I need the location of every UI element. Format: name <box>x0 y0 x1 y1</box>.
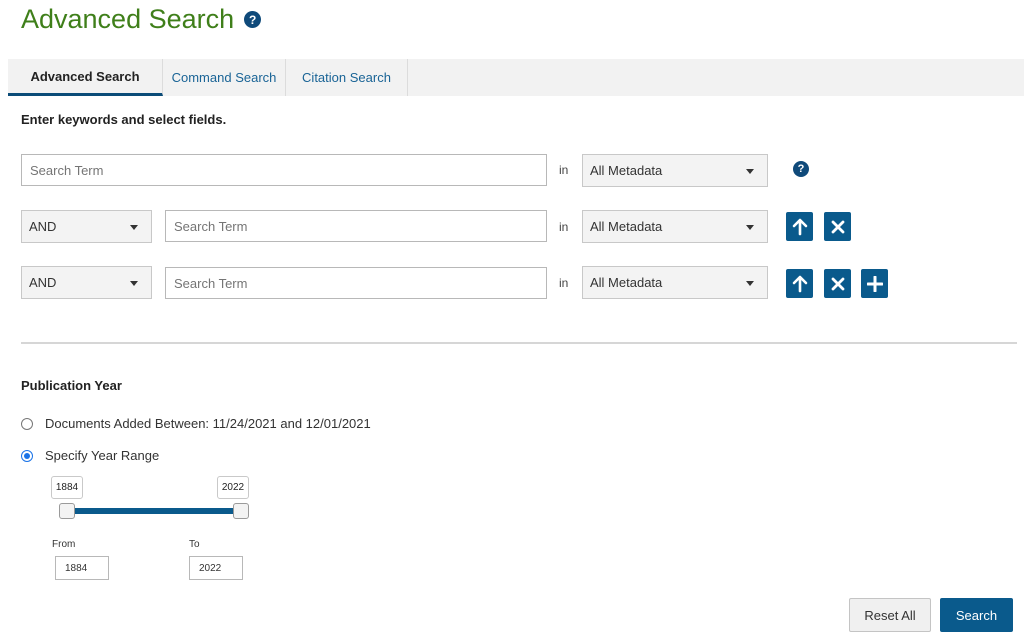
radio-specify-year-range[interactable]: Specify Year Range <box>21 448 159 463</box>
radio-label: Specify Year Range <box>45 448 160 463</box>
search-term-input-3[interactable]: Search Term <box>165 267 547 299</box>
field-select-value: All Metadata <box>590 163 663 178</box>
from-label: From <box>52 539 76 550</box>
move-up-button[interactable] <box>786 212 813 241</box>
move-up-button[interactable] <box>786 269 813 298</box>
remove-row-button[interactable] <box>824 269 851 298</box>
to-year-input[interactable]: 2022 <box>189 556 243 580</box>
divider <box>21 342 1017 344</box>
instructions-text: Enter keywords and select fields. <box>21 112 227 127</box>
in-label: in <box>559 276 569 290</box>
tab-bar: Advanced Search Command Search Citation … <box>8 59 1024 96</box>
field-select-value: All Metadata <box>590 219 663 234</box>
help-icon[interactable]: ? <box>244 11 262 28</box>
close-icon <box>831 277 844 290</box>
in-label: in <box>559 163 569 177</box>
search-button[interactable]: Search <box>940 598 1013 632</box>
arrow-up-icon <box>792 275 807 292</box>
add-row-button[interactable] <box>861 269 888 298</box>
slider-min-handle[interactable] <box>59 503 75 519</box>
radio-documents-added[interactable]: Documents Added Between: 11/24/2021 and … <box>21 416 371 431</box>
publication-year-heading: Publication Year <box>21 378 122 393</box>
chevron-down-icon <box>130 281 138 286</box>
arrow-up-icon <box>792 218 807 235</box>
radio-button[interactable] <box>21 417 33 430</box>
page-title-wrap: Advanced Search ? <box>21 4 262 35</box>
operator-select-value: AND <box>29 275 57 290</box>
operator-select-3[interactable]: AND <box>21 266 152 299</box>
tab-citation-search[interactable]: Citation Search <box>286 59 408 96</box>
slider-max-handle[interactable] <box>233 503 249 519</box>
chevron-down-icon <box>746 169 754 174</box>
operator-select-2[interactable]: AND <box>21 210 152 243</box>
field-select-1[interactable]: All Metadata <box>582 154 768 187</box>
from-year-input[interactable]: 1884 <box>55 556 109 580</box>
year-range-slider-track[interactable] <box>64 508 242 514</box>
reset-all-button[interactable]: Reset All <box>849 598 931 632</box>
tab-command-search[interactable]: Command Search <box>163 59 286 96</box>
chevron-down-icon <box>746 281 754 286</box>
field-select-3[interactable]: All Metadata <box>582 266 768 299</box>
field-select-2[interactable]: All Metadata <box>582 210 768 243</box>
help-icon[interactable]: ? <box>793 161 809 177</box>
page-title: Advanced Search <box>21 4 235 34</box>
close-icon <box>831 220 844 233</box>
radio-label: Documents Added Between: 11/24/2021 and … <box>45 416 371 431</box>
operator-select-value: AND <box>29 219 57 234</box>
slider-max-bubble: 2022 <box>217 476 249 499</box>
chevron-down-icon <box>746 225 754 230</box>
radio-button-selected[interactable] <box>21 449 33 462</box>
remove-row-button[interactable] <box>824 212 851 241</box>
chevron-down-icon <box>130 225 138 230</box>
in-label: in <box>559 220 569 234</box>
slider-min-bubble: 1884 <box>51 476 83 499</box>
plus-icon <box>866 275 883 292</box>
search-term-input-1[interactable]: Search Term <box>21 154 547 186</box>
tab-advanced-search[interactable]: Advanced Search <box>8 59 163 96</box>
to-label: To <box>189 539 200 550</box>
search-term-input-2[interactable]: Search Term <box>165 210 547 242</box>
field-select-value: All Metadata <box>590 275 663 290</box>
